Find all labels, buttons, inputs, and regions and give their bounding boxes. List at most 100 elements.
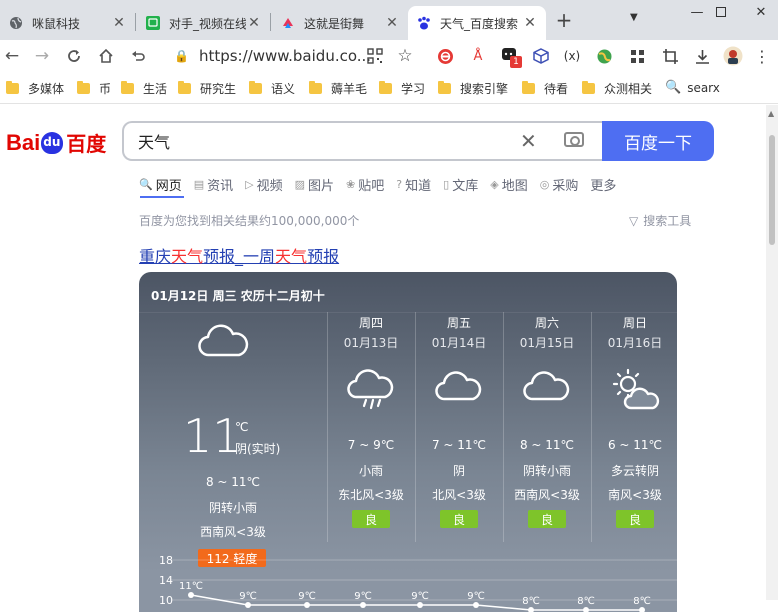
forecast-day: 周四 01月13日 7 ~ 9℃ 小雨 东北风<3级 良	[327, 312, 415, 542]
bookmark-folder[interactable]: 学习	[379, 80, 425, 97]
browser-menu-icon[interactable]: ⋮	[752, 46, 772, 66]
bookmark-folder[interactable]: 众测相关	[582, 80, 652, 97]
bookmark-folder[interactable]: 待看	[522, 80, 568, 97]
y-tick-label: 18	[159, 554, 173, 567]
temperature-point-label: 11℃	[179, 581, 203, 592]
temperature-point	[583, 607, 589, 612]
bookmark-folder[interactable]: 研究生	[178, 80, 236, 97]
tab-video[interactable]: ▷ 视频	[245, 175, 282, 194]
search-category-tabs: 🔍 网页 ▤ 资讯 ▷ 视频 ▨ 图片 ❀ 贴吧 ? 知道 ▯ 文库 ◈ 地图 ◎ 采购 更多	[139, 173, 628, 195]
folder-icon	[582, 81, 595, 94]
bookmark-folder[interactable]: 搜索引擎	[438, 80, 508, 97]
temperature-point	[245, 602, 251, 608]
forecast-day: 周五 01月14日 7 ~ 11℃ 阴 北风<3级 良	[415, 312, 503, 542]
tab-web[interactable]: 🔍 网页	[139, 175, 182, 194]
profile-avatar-icon[interactable]	[723, 46, 743, 66]
tab-3[interactable]: 这就是街舞 ✕	[272, 6, 408, 40]
bookmark-folder[interactable]: 多媒体	[6, 80, 64, 97]
search-tools[interactable]: ▽ 搜索工具	[629, 212, 691, 229]
result-title-link[interactable]: 重庆天气预报_一周天气预报	[139, 243, 339, 267]
undo-icon[interactable]	[126, 44, 150, 68]
purchase-icon: ◎	[539, 177, 550, 191]
a-extension-icon[interactable]: Å	[468, 46, 488, 66]
close-icon[interactable]: ✕	[246, 15, 262, 31]
magnifier-icon: 🔍	[665, 80, 682, 95]
temperature-point-label: 9℃	[239, 591, 257, 602]
new-tab-plus-icon[interactable]: +	[553, 8, 575, 32]
today-weather: 11 ℃ 阴(实时) 8 ~ 11℃ 阴转小雨 西南风<3级 112 轻度	[139, 312, 327, 567]
folder-icon	[522, 81, 535, 94]
qr-code-icon[interactable]	[365, 46, 385, 66]
close-icon[interactable]: ✕	[111, 15, 127, 31]
bookmark-folder[interactable]: 薅羊毛	[309, 80, 367, 97]
temperature-point-label: 9℃	[298, 591, 316, 602]
cube-extension-icon[interactable]	[531, 46, 551, 66]
address-bar[interactable]: 🔒 https://www.baidu.co...	[174, 45, 371, 67]
tab-news[interactable]: ▤ 资讯	[194, 175, 233, 194]
back-arrow-icon[interactable]: ←	[0, 44, 24, 68]
extension-badge: 1	[510, 56, 522, 68]
extensions-puzzle-icon[interactable]	[627, 46, 647, 66]
bookmark-star-icon[interactable]: ☆	[395, 46, 415, 66]
search-input[interactable]	[138, 131, 498, 151]
scroll-up-arrow-icon[interactable]: ▲	[768, 109, 774, 118]
forecast-day: 周日 01月16日 6 ~ 11℃ 多云转阴 南风<3级 良	[591, 312, 677, 542]
bookmarks-bar: 多媒体 币 生活 研究生 语义 薅羊毛 学习 搜索引擎 待看 众测相关 🔍 sea…	[0, 72, 778, 104]
weather-card[interactable]: 01月12日 周三 农历十二月初十 11 ℃ 阴(实时) 8 ~ 11℃ 阴转小…	[139, 272, 677, 612]
folder-icon	[178, 81, 191, 94]
current-temperature: 11	[183, 409, 242, 463]
temperature-point	[188, 592, 194, 598]
download-icon[interactable]	[692, 46, 712, 66]
baidu-logo[interactable]: Bai 百度	[6, 128, 106, 157]
translate-extension-icon[interactable]: (x)	[562, 46, 582, 66]
tab-more[interactable]: 更多	[590, 175, 616, 194]
tab-wenku[interactable]: ▯ 文库	[443, 175, 478, 194]
baidu-paw-icon	[416, 15, 432, 31]
baidu-paw-icon	[41, 131, 64, 154]
globe-extension-icon[interactable]	[594, 46, 614, 66]
show-icon	[280, 15, 296, 31]
news-icon: ▤	[193, 177, 205, 191]
image-icon: ▨	[294, 177, 306, 191]
bookmark-folder[interactable]: 币	[77, 80, 111, 97]
home-icon[interactable]	[94, 44, 118, 68]
camera-search-icon[interactable]	[564, 132, 584, 147]
tab-map[interactable]: ◈ 地图	[490, 175, 527, 194]
reload-icon[interactable]	[62, 44, 86, 68]
block-extension-icon[interactable]	[435, 46, 455, 66]
maximize-icon[interactable]	[702, 0, 740, 24]
temperature-unit: ℃	[235, 420, 249, 434]
bookmark-folder[interactable]: 语义	[249, 80, 295, 97]
window-close-icon[interactable]: ✕	[742, 0, 778, 24]
tab-4-active[interactable]: 天气_百度搜索 ✕	[408, 6, 546, 40]
tab-zhidao[interactable]: ? 知道	[396, 175, 431, 194]
search-icon: 🔍	[139, 177, 153, 191]
close-icon[interactable]: ✕	[384, 15, 400, 31]
close-icon[interactable]: ✕	[522, 15, 538, 31]
bookmark-searx[interactable]: 🔍 searx	[665, 80, 720, 95]
scrollbar-thumb[interactable]	[769, 135, 775, 245]
chat-extension-icon[interactable]: 1	[500, 46, 522, 68]
tab-tieba[interactable]: ❀ 贴吧	[346, 175, 384, 194]
crop-icon[interactable]	[660, 46, 680, 66]
tab-search-chevron-icon[interactable]: ▼	[630, 12, 638, 23]
bookmark-folder[interactable]: 生活	[121, 80, 167, 97]
tab-images[interactable]: ▨ 图片	[295, 175, 334, 194]
forward-arrow-icon[interactable]: →	[30, 44, 54, 68]
tab-title: 天气_百度搜索	[440, 16, 519, 31]
y-tick-label: 14	[159, 574, 173, 587]
tab-2[interactable]: 对手_视频在线 ✕	[137, 6, 270, 40]
result-count: 百度为您找到相关结果约100,000,000个	[139, 214, 360, 228]
forecast-day: 周六 01月15日 8 ~ 11℃ 阴转小雨 西南风<3级 良	[503, 312, 591, 542]
temperature-point	[473, 602, 479, 608]
cloud-icon	[503, 367, 591, 407]
search-button[interactable]: 百度一下	[602, 121, 714, 161]
tab-separator	[270, 13, 271, 31]
today-desc: 阴转小雨	[208, 501, 257, 515]
tab-purchase[interactable]: ◎ 采购	[540, 175, 579, 194]
tab-strip: 咪鼠科技 ✕ 对手_视频在线 ✕ 这就是街舞 ✕ 天气_百度搜索 ✕ + ▼ —…	[0, 0, 778, 40]
air-quality-badge: 良	[440, 510, 478, 528]
clear-icon[interactable]: ✕	[520, 129, 537, 153]
page-scrollbar[interactable]: ▲	[766, 105, 778, 600]
tab-1[interactable]: 咪鼠科技 ✕	[0, 6, 135, 40]
